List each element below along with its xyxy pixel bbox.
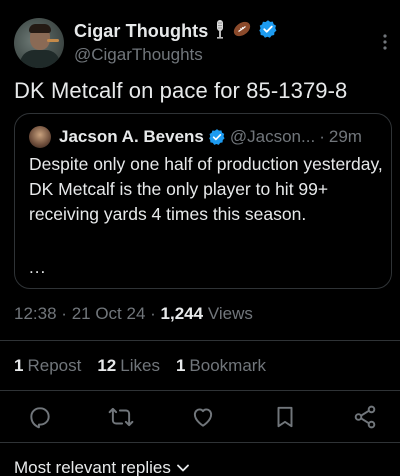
likes-label: Likes bbox=[120, 356, 160, 375]
meta-separator: · bbox=[61, 304, 67, 323]
divider bbox=[0, 442, 400, 443]
verified-badge-icon bbox=[258, 19, 278, 44]
bookmarks-count: 1 bbox=[175, 356, 186, 375]
author-avatar[interactable] bbox=[14, 18, 64, 68]
views-count: 1,244 bbox=[160, 304, 204, 323]
meta-separator: · bbox=[150, 304, 156, 323]
verified-badge-icon bbox=[208, 128, 226, 146]
author-info: Cigar Thoughts @CigarThoughts bbox=[74, 19, 278, 65]
quoted-timestamp: 29m bbox=[328, 127, 362, 146]
quoted-author-avatar bbox=[29, 126, 51, 148]
reposts-stat[interactable]: 1 Repost bbox=[14, 356, 81, 376]
reposts-count: 1 bbox=[14, 356, 24, 375]
likes-count: 12 bbox=[97, 356, 117, 375]
microphone-icon bbox=[214, 19, 226, 44]
views-label: Views bbox=[207, 304, 253, 323]
bookmarks-label: Bookmark bbox=[189, 356, 266, 375]
share-icon[interactable] bbox=[352, 404, 378, 430]
bookmarks-stat[interactable]: 1 Bookmark bbox=[176, 356, 266, 376]
divider bbox=[0, 390, 400, 391]
chevron-down-icon bbox=[176, 464, 189, 472]
quoted-author-handle: @Jacson... bbox=[229, 127, 316, 146]
quoted-separator: · bbox=[319, 127, 325, 146]
quoted-author-display-name: Jacson A. Bevens bbox=[59, 127, 204, 146]
author-handle[interactable]: @CigarThoughts bbox=[74, 45, 278, 65]
tweet-meta: 12:38 · 21 Oct 24 · 1,244 Views bbox=[14, 304, 253, 324]
tweet-date[interactable]: 21 Oct 24 bbox=[72, 304, 146, 323]
replies-sort-label: Most relevant replies bbox=[14, 458, 171, 476]
reply-icon[interactable] bbox=[27, 404, 53, 430]
quoted-tweet-ellipsis: ... bbox=[29, 258, 47, 277]
tweet-time[interactable]: 12:38 bbox=[14, 304, 57, 323]
football-icon bbox=[232, 20, 252, 43]
divider bbox=[0, 340, 400, 341]
tweet-text: DK Metcalf on pace for 85-1379-8 bbox=[14, 78, 348, 103]
like-icon[interactable] bbox=[190, 404, 216, 430]
more-options-icon[interactable] bbox=[382, 32, 388, 52]
tweet-detail-page: Cigar Thoughts @CigarThoughts DK Metcalf… bbox=[0, 0, 400, 476]
action-bar bbox=[0, 400, 400, 432]
tweet-header: Cigar Thoughts @CigarThoughts bbox=[14, 18, 390, 68]
quoted-tweet-card[interactable]: Jacson A. Bevens @Jacson... · 29m Despit… bbox=[14, 113, 392, 289]
bookmark-icon[interactable] bbox=[272, 404, 298, 430]
likes-stat[interactable]: 12 Likes bbox=[97, 356, 160, 376]
quoted-tweet-header: Jacson A. Bevens @Jacson... · 29m bbox=[29, 126, 362, 148]
author-display-name[interactable]: Cigar Thoughts bbox=[74, 21, 208, 42]
reposts-label: Repost bbox=[27, 356, 82, 375]
engagement-stats: 1 Repost 12 Likes 1 Bookmark bbox=[14, 356, 282, 376]
quoted-tweet-text: Despite only one half of production yest… bbox=[29, 154, 383, 224]
replies-sort-dropdown[interactable]: Most relevant replies bbox=[14, 458, 189, 476]
repost-icon[interactable] bbox=[108, 404, 134, 430]
